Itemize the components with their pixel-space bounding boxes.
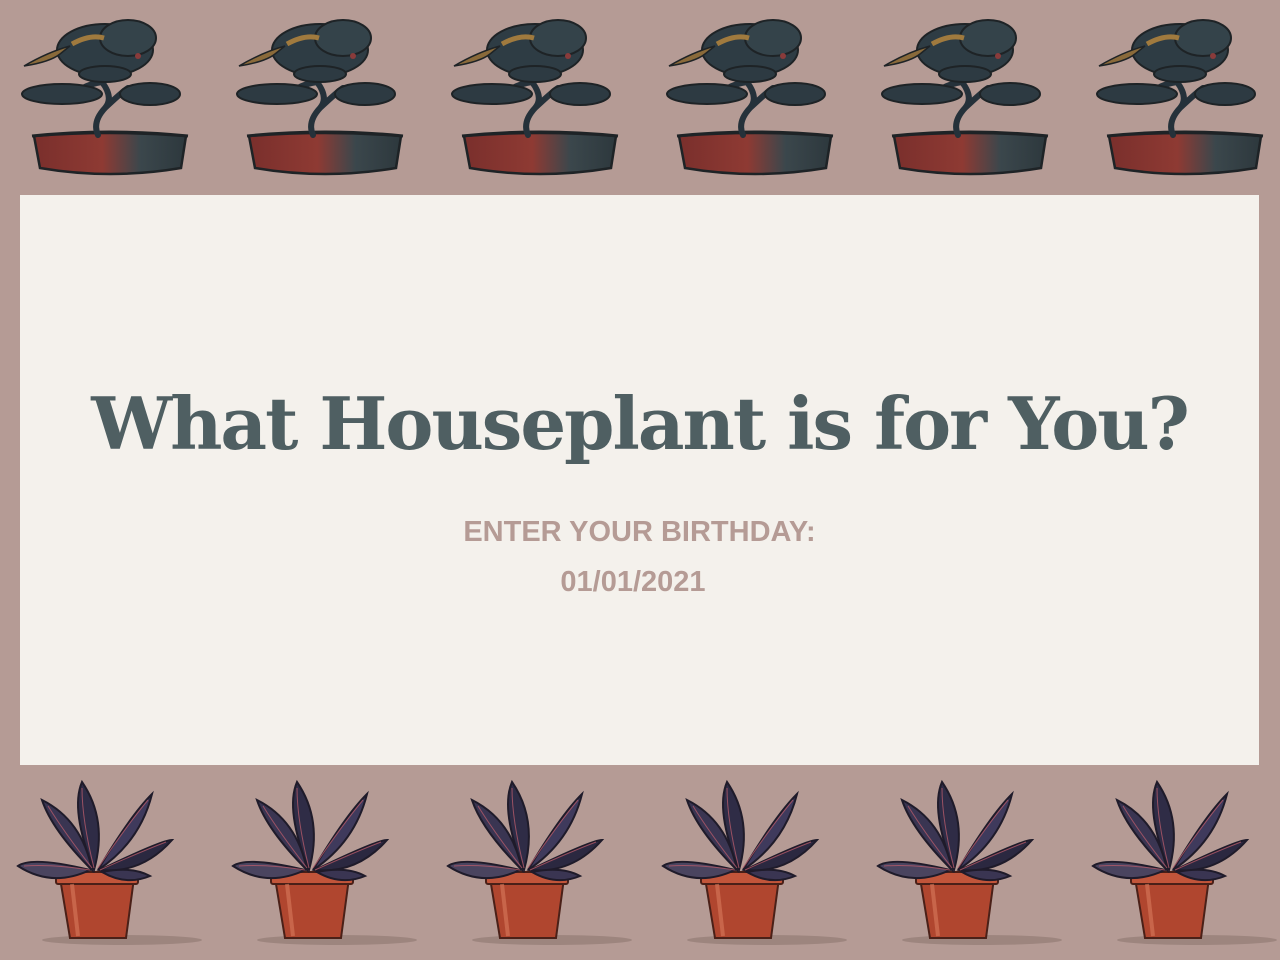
quiz-card: What Houseplant is for You? ENTER YOUR B…	[20, 195, 1259, 765]
top-plant-border	[0, 0, 1280, 190]
prayer-plant-icon	[12, 770, 227, 960]
page-title: What Houseplant is for You?	[91, 381, 1190, 466]
prayer-plant-icon	[872, 770, 1087, 960]
birthday-input[interactable]	[539, 562, 727, 602]
bonsai-tree-icon	[440, 0, 655, 190]
prayer-plant-icon	[657, 770, 872, 960]
bonsai-tree-icon	[1085, 0, 1280, 190]
prayer-plant-icon	[1087, 770, 1280, 960]
birthday-label: ENTER YOUR BIRTHDAY:	[463, 516, 816, 548]
prayer-plant-icon	[442, 770, 657, 960]
bottom-plant-border	[0, 770, 1280, 960]
prayer-plant-icon	[227, 770, 442, 960]
bonsai-tree-icon	[225, 0, 440, 190]
bonsai-tree-icon	[10, 0, 225, 190]
bonsai-tree-icon	[870, 0, 1085, 190]
bonsai-tree-icon	[655, 0, 870, 190]
